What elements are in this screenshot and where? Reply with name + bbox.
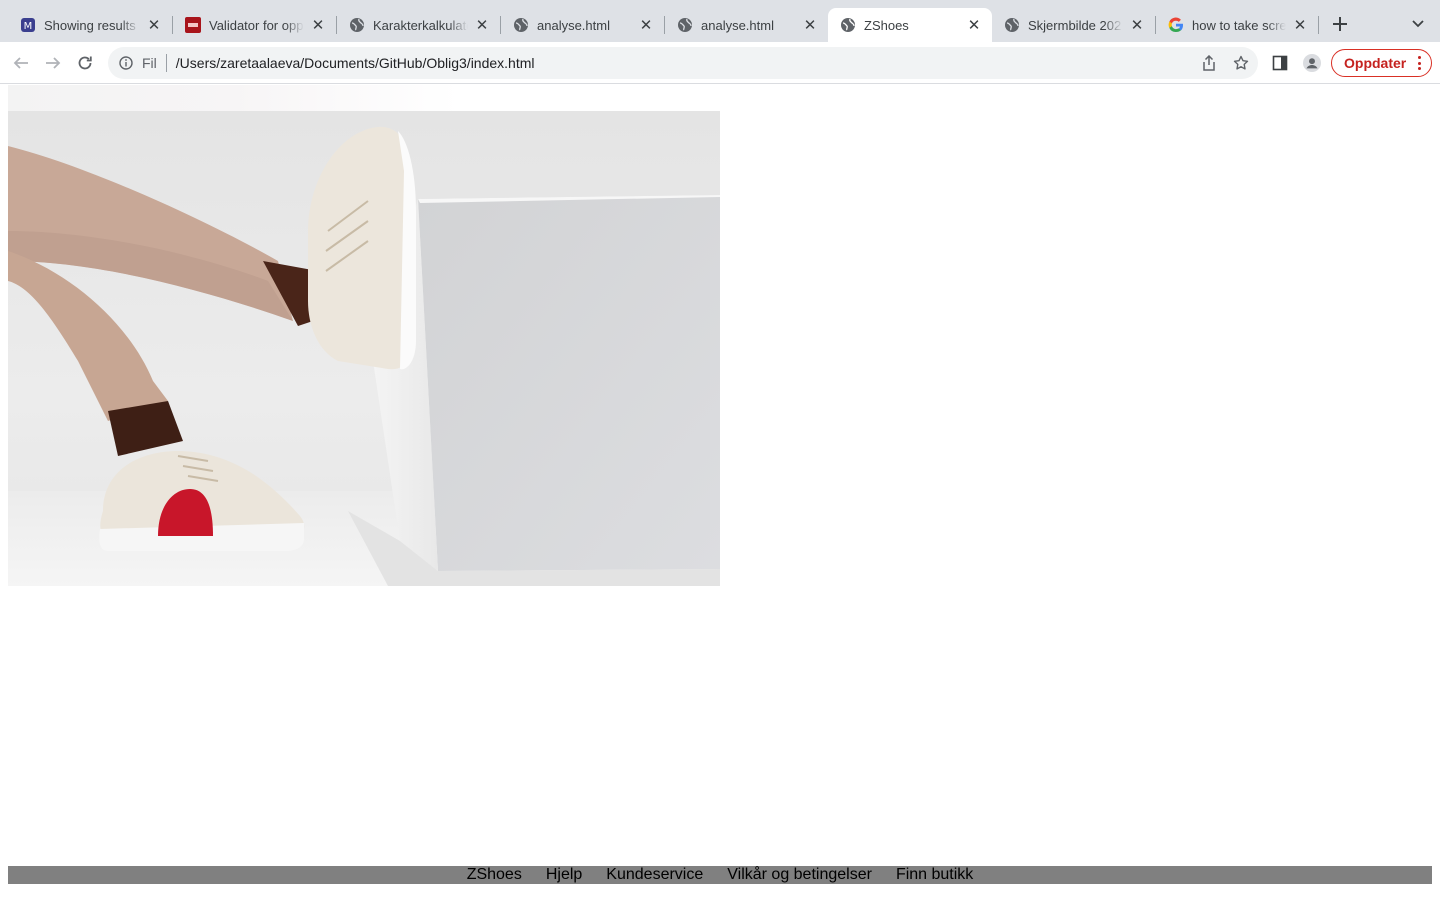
site-footer: ZShoes Hjelp Kundeservice Vilkår og beti…: [8, 866, 1432, 884]
svg-text:M: M: [24, 21, 33, 32]
tab-title: Validator for opp: [209, 17, 304, 33]
bookmark-star-icon[interactable]: [1233, 55, 1249, 71]
close-icon[interactable]: ✕: [638, 17, 654, 34]
footer-link-vilkar[interactable]: Vilkår og betingelser: [727, 866, 872, 884]
tab-analyse-1[interactable]: analyse.html ✕: [501, 8, 664, 42]
side-panel-icon[interactable]: [1271, 54, 1289, 72]
tab-google-search[interactable]: how to take scre ✕: [1156, 8, 1318, 42]
share-icon[interactable]: [1201, 55, 1217, 71]
close-icon[interactable]: ✕: [1292, 17, 1308, 34]
tab-title: analyse.html: [537, 17, 610, 33]
monkey-icon: M: [20, 17, 36, 33]
tab-title: Skjermbilde 202: [1028, 17, 1122, 33]
tab-divider: [1318, 16, 1319, 34]
globe-icon: [1004, 17, 1020, 33]
globe-icon: [513, 17, 529, 33]
more-menu-icon[interactable]: [1417, 56, 1421, 70]
tab-showing-results[interactable]: M Showing results ✕: [8, 8, 172, 42]
tab-title: how to take scre: [1192, 17, 1286, 33]
tab-analyse-2[interactable]: analyse.html ✕: [665, 8, 828, 42]
address-bar[interactable]: Fil /Users/zaretaalaeva/Documents/GitHub…: [108, 47, 1258, 79]
page-content: ZShoes Hjelp Kundeservice Vilkår og beti…: [0, 85, 1440, 900]
update-label: Oppdater: [1344, 55, 1407, 71]
tab-zshoes[interactable]: ZShoes ✕: [828, 8, 992, 42]
forward-arrow-icon[interactable]: [40, 51, 66, 75]
tab-title: Karakterkalkulato: [373, 17, 468, 33]
back-arrow-icon[interactable]: [8, 51, 34, 75]
google-icon: [1168, 17, 1184, 33]
footer-link-hjelp[interactable]: Hjelp: [546, 866, 582, 884]
hero-image: [8, 111, 720, 586]
globe-icon: [349, 17, 365, 33]
validator-icon: [185, 17, 201, 33]
header-banner-image: [8, 85, 460, 111]
reload-icon[interactable]: [72, 51, 98, 75]
footer-link-zshoes[interactable]: ZShoes: [467, 866, 522, 884]
footer-link-finn-butikk[interactable]: Finn butikk: [896, 866, 973, 884]
new-tab-plus-icon[interactable]: [1328, 12, 1352, 36]
tab-title: ZShoes: [864, 17, 909, 33]
tab-search-chevron-icon[interactable]: [1406, 12, 1430, 36]
tab-karakterkalkulator[interactable]: Karakterkalkulato ✕: [337, 8, 500, 42]
close-icon[interactable]: ✕: [1129, 17, 1145, 34]
url-text[interactable]: /Users/zaretaalaeva/Documents/GitHub/Obl…: [176, 55, 535, 71]
tab-strip: M Showing results ✕ Validator for opp ✕ …: [0, 0, 1440, 42]
globe-icon: [677, 17, 693, 33]
profile-avatar-icon[interactable]: [1303, 54, 1321, 72]
info-icon[interactable]: [118, 55, 134, 71]
update-button[interactable]: Oppdater: [1331, 49, 1432, 77]
tab-validator[interactable]: Validator for opp ✕: [173, 8, 336, 42]
close-icon[interactable]: ✕: [146, 17, 162, 34]
tab-title: analyse.html: [701, 17, 774, 33]
close-icon[interactable]: ✕: [966, 17, 982, 34]
close-icon[interactable]: ✕: [310, 17, 326, 34]
close-icon[interactable]: ✕: [802, 17, 818, 34]
tab-skjermbilde[interactable]: Skjermbilde 202 ✕: [992, 8, 1155, 42]
scheme-label: Fil: [142, 55, 157, 71]
omnibox-divider: [165, 54, 167, 72]
globe-icon: [840, 17, 856, 33]
browser-toolbar: Fil /Users/zaretaalaeva/Documents/GitHub…: [0, 42, 1440, 84]
tab-title: Showing results: [44, 17, 136, 33]
footer-link-kundeservice[interactable]: Kundeservice: [606, 866, 703, 884]
close-icon[interactable]: ✕: [474, 17, 490, 34]
